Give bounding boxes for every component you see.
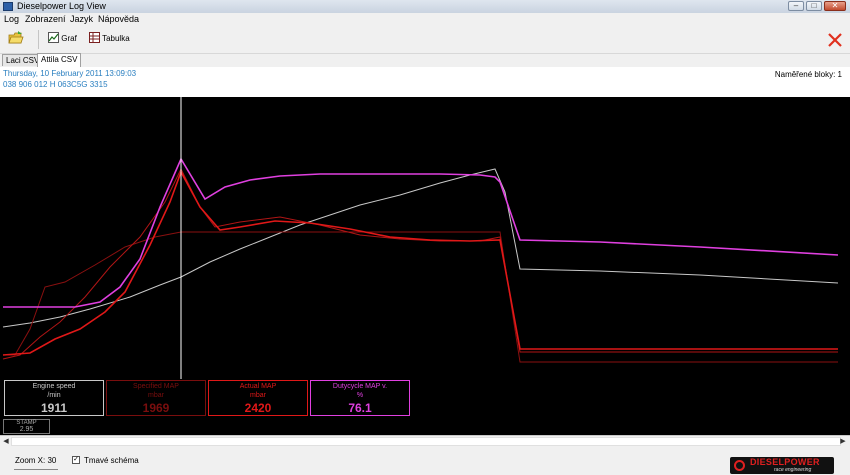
actual-map-line [2, 170, 838, 356]
dieselpower-logo: DIESELPOWER race engineering [730, 457, 834, 474]
measured-blocks: Naměřené bloky: 1 [774, 70, 842, 79]
menu-log[interactable]: Log [4, 14, 19, 24]
logo-tagline: race engineering [774, 467, 812, 473]
gauge-actual-map: Actual MAP mbar 2420 [208, 380, 308, 416]
scroll-left-arrow-icon[interactable]: ◀ [1, 437, 11, 446]
gauge-engine-speed-unit: /min [47, 392, 61, 399]
table-icon [89, 32, 100, 43]
gauge-dutycycle-unit: % [356, 392, 364, 399]
gauge-actual-map-label: Actual MAP [239, 383, 277, 390]
graph-button[interactable]: Graf [48, 31, 77, 47]
zoom-slider[interactable] [14, 469, 58, 470]
logo-name: DIESELPOWER [750, 457, 820, 467]
logo-emblem-icon [734, 460, 745, 471]
gauge-dutycycle: Dutycycle MAP v. % 76.1 [310, 380, 410, 416]
graph-icon [48, 32, 59, 43]
table-button[interactable]: Tabulka [89, 31, 130, 47]
graph-button-label: Graf [61, 34, 77, 43]
log-info-panel: Thursday, 10 February 2011 13:09:03 038 … [0, 67, 850, 97]
toolbar-separator [38, 30, 39, 49]
maximize-button[interactable]: □ [806, 1, 822, 11]
gauge-actual-map-unit: mbar [250, 392, 266, 399]
stamp-box: STAMP 2.95 [3, 419, 50, 434]
toolbar: Graf Tabulka [0, 26, 850, 54]
window-title: Dieselpower Log View [17, 1, 106, 11]
app-icon [3, 2, 13, 11]
stamp-value: 2.95 [19, 426, 34, 433]
horizontal-scrollbar[interactable]: ◀ ▶ [0, 435, 850, 447]
dark-scheme-checkbox[interactable]: ✓ [72, 456, 80, 464]
menu-bar: Log Zobrazení Jazyk Nápověda [0, 13, 850, 25]
specified-map-line-dim [3, 231, 838, 363]
menu-napoveda[interactable]: Nápověda [98, 14, 139, 24]
scroll-right-arrow-icon[interactable]: ▶ [838, 437, 848, 446]
scroll-thumb[interactable] [11, 437, 841, 446]
gauge-engine-speed-label: Engine speed [32, 383, 76, 390]
gauge-specified-map-value: 1969 [142, 401, 170, 415]
minimize-button[interactable]: – [788, 1, 804, 11]
table-button-label: Tabulka [102, 34, 130, 43]
file-tabs: Laci CSV Attila CSV [0, 53, 850, 67]
zoom-label: Zoom X: 30 [15, 456, 57, 465]
title-bar: Dieselpower Log View – □ ✕ [0, 0, 850, 14]
gauge-dutycycle-value: 76.1 [348, 401, 372, 415]
folder-open-icon[interactable] [8, 30, 24, 46]
menu-jazyk[interactable]: Jazyk [70, 14, 93, 24]
tab-attila-csv[interactable]: Attila CSV [37, 53, 82, 67]
gauge-dutycycle-label: Dutycycle MAP v. [332, 383, 388, 390]
status-bar: Zoom X: 30 ✓ Tmavé schéma DIESELPOWER ra… [0, 447, 850, 475]
close-window-button[interactable]: ✕ [824, 1, 846, 11]
red-x-icon[interactable] [826, 31, 844, 49]
gauge-engine-speed-value: 1911 [40, 401, 68, 415]
menu-zobrazeni[interactable]: Zobrazení [25, 14, 66, 24]
gauge-specified-map-label: Specified MAP [133, 383, 179, 390]
log-date: Thursday, 10 February 2011 13:09:03 [3, 69, 137, 78]
gauge-engine-speed: Engine speed /min 1911 [4, 380, 104, 416]
gauge-specified-map-unit: mbar [148, 392, 164, 399]
gauge-specified-map: Specified MAP mbar 1969 [106, 380, 206, 416]
gauge-actual-map-value: 2420 [244, 401, 272, 415]
dark-scheme-label[interactable]: Tmavé schéma [84, 456, 139, 465]
specified-map-line [2, 167, 838, 360]
ecu-info: 038 906 012 H 063C5G 3315 [3, 80, 108, 89]
